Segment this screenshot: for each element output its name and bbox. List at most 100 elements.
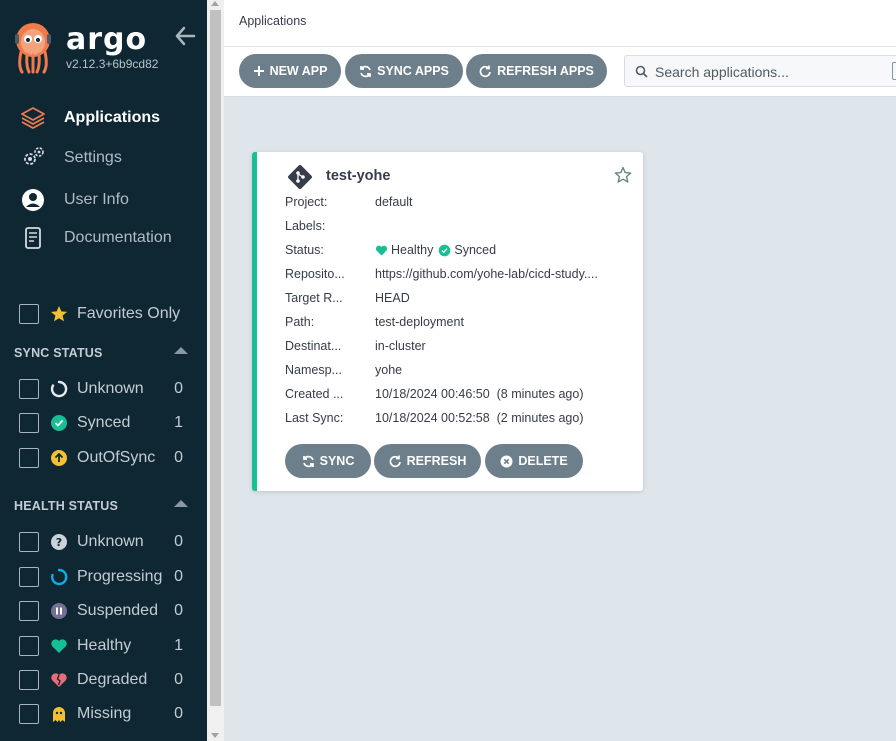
- checkbox[interactable]: [19, 601, 39, 621]
- refresh-icon: [479, 65, 491, 77]
- close-circle-icon: [500, 455, 513, 467]
- filter-count: 0: [174, 705, 183, 722]
- filter-label: Unknown: [77, 533, 144, 550]
- search-box[interactable]: [624, 55, 896, 87]
- card-delete-button[interactable]: DELETE: [485, 444, 583, 478]
- row-value: 10/18/2024 00:46:50 (8 minutes ago): [375, 387, 584, 401]
- filter-label: Healthy: [77, 637, 132, 654]
- favorites-filter[interactable]: Favorites Only: [19, 303, 189, 325]
- checkbox[interactable]: [19, 704, 39, 724]
- button-label: NEW APP: [269, 64, 328, 78]
- collapse-health-icon[interactable]: [174, 500, 188, 507]
- row-value: in-cluster: [375, 339, 426, 353]
- nav-user-info[interactable]: User Info: [20, 186, 129, 214]
- row-key: Path:: [285, 315, 315, 329]
- layers-icon: [21, 107, 45, 129]
- filter-label: OutOfSync: [77, 449, 156, 466]
- pause-circle-icon: [51, 603, 67, 619]
- checkbox[interactable]: [19, 670, 39, 690]
- checkbox[interactable]: [19, 413, 39, 433]
- nav-applications[interactable]: Applications: [20, 104, 160, 132]
- checkbox[interactable]: [19, 379, 39, 399]
- filter-label: Missing: [77, 705, 132, 722]
- nav-label: User Info: [64, 191, 129, 208]
- scroll-down-arrow-icon[interactable]: [211, 733, 219, 738]
- row-value: https://github.com/yohe-lab/cicd-study..…: [375, 267, 598, 281]
- checkbox[interactable]: [19, 448, 39, 468]
- refresh-apps-button[interactable]: REFRESH APPS: [466, 54, 607, 88]
- row-key: Reposito...: [285, 267, 345, 281]
- filter-sync-outofsync[interactable]: OutOfSync 0: [19, 447, 189, 469]
- filter-count: 0: [174, 380, 183, 397]
- application-card[interactable]: test-yohe Project: default Labels: Status…: [252, 152, 643, 491]
- svg-text:?: ?: [56, 536, 62, 549]
- search-input[interactable]: [655, 62, 885, 82]
- row-value: 10/18/2024 00:52:58 (2 minutes ago): [375, 411, 584, 425]
- scroll-thumb[interactable]: [210, 10, 221, 706]
- toolbar: NEW APP SYNC APPS REFRESH APPS: [224, 47, 896, 97]
- nav-documentation[interactable]: Documentation: [20, 224, 172, 252]
- filter-label: Synced: [77, 414, 131, 431]
- argo-octopus-logo[interactable]: [12, 20, 54, 74]
- version-label: v2.12.3+6b9cd82: [66, 57, 159, 71]
- favorite-star-icon[interactable]: [614, 166, 632, 184]
- checkbox[interactable]: [19, 567, 39, 587]
- collapse-sync-icon[interactable]: [174, 347, 188, 354]
- sync-icon: [360, 65, 371, 77]
- heart-icon: [375, 245, 388, 256]
- user-circle-icon: [22, 189, 44, 211]
- circle-notch-icon: [50, 380, 68, 398]
- row-key: Last Sync:: [285, 411, 344, 425]
- filter-sync-unknown[interactable]: Unknown 0: [19, 378, 189, 400]
- filter-label: Progressing: [77, 568, 163, 585]
- row-key: Labels:: [285, 219, 326, 233]
- filter-health-missing[interactable]: Missing 0: [19, 703, 189, 725]
- question-circle-icon: ?: [51, 534, 67, 550]
- filter-health-unknown[interactable]: ? Unknown 0: [19, 531, 189, 553]
- heart-icon: [51, 639, 67, 653]
- filter-sync-synced[interactable]: Synced 1: [19, 412, 189, 434]
- favorites-checkbox[interactable]: [19, 304, 39, 324]
- filter-label: Degraded: [77, 671, 148, 688]
- top-bar: Applications: [224, 0, 896, 47]
- button-label: SYNC APPS: [377, 64, 449, 78]
- collapse-sidebar-icon[interactable]: [174, 25, 196, 47]
- star-icon: [51, 306, 67, 322]
- sync-status-title: SYNC STATUS: [14, 346, 103, 360]
- sidebar-scrollbar[interactable]: [207, 0, 224, 741]
- app-name[interactable]: test-yohe: [326, 168, 390, 184]
- filter-label: Suspended: [77, 602, 158, 619]
- search-icon: [635, 65, 648, 78]
- nav-settings[interactable]: Settings: [20, 144, 122, 172]
- filter-health-suspended[interactable]: Suspended 0: [19, 600, 189, 622]
- new-app-button[interactable]: NEW APP: [239, 54, 341, 88]
- book-icon: [25, 227, 41, 249]
- progress-circle-icon: [51, 568, 68, 586]
- button-label: REFRESH APPS: [497, 64, 594, 78]
- button-label: SYNC: [319, 454, 355, 468]
- check-circle-icon: [51, 415, 67, 431]
- card-refresh-button[interactable]: REFRESH: [374, 444, 481, 478]
- checkbox[interactable]: [19, 532, 39, 552]
- scroll-up-arrow-icon[interactable]: [211, 1, 219, 6]
- health-status: Healthy: [391, 243, 434, 257]
- sync-apps-button[interactable]: SYNC APPS: [345, 54, 463, 88]
- filter-health-progressing[interactable]: Progressing 0: [19, 566, 189, 588]
- filter-count: 0: [174, 602, 183, 619]
- card-sync-button[interactable]: SYNC: [285, 444, 371, 478]
- filter-count: 1: [174, 637, 183, 654]
- row-value: yohe: [375, 363, 403, 377]
- filter-count: 0: [174, 449, 183, 466]
- button-label: REFRESH: [406, 454, 467, 468]
- row-key: Status:: [285, 243, 324, 257]
- filter-count: 0: [174, 671, 183, 688]
- page-title: Applications: [239, 14, 307, 28]
- sync-status: Synced: [454, 243, 497, 257]
- button-label: DELETE: [518, 454, 568, 468]
- row-value: HEAD: [375, 291, 410, 305]
- filter-health-degraded[interactable]: Degraded 0: [19, 669, 189, 691]
- checkbox[interactable]: [19, 636, 39, 656]
- plus-icon: [253, 66, 264, 76]
- status-value: Healthy Synced: [375, 243, 496, 257]
- filter-health-healthy[interactable]: Healthy 1: [19, 635, 189, 657]
